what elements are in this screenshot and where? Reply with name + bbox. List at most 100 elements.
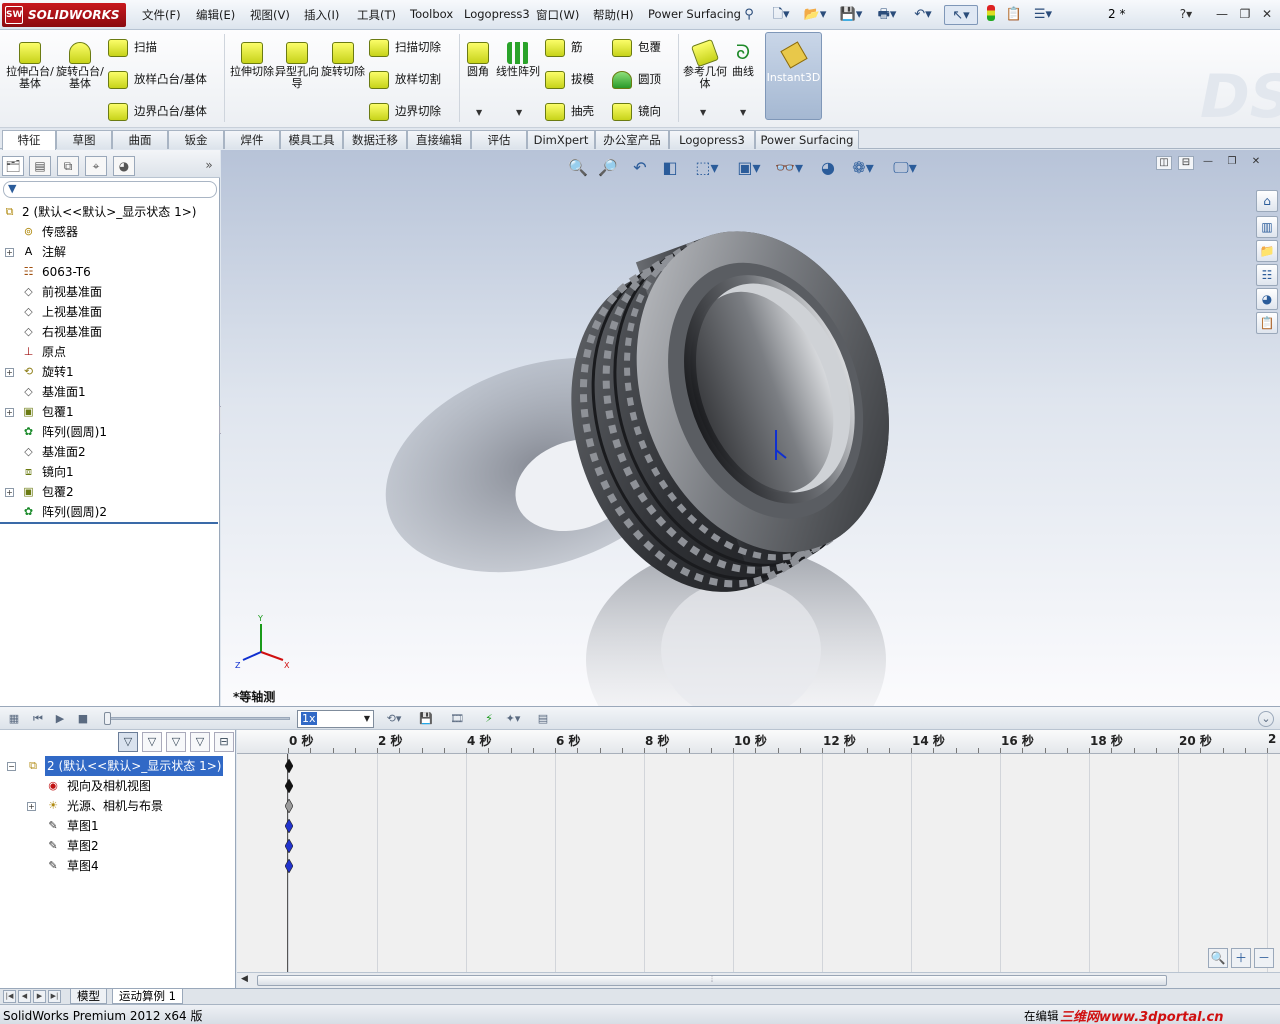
boundary-boss-button[interactable]: 边界凸台/基体 bbox=[108, 100, 207, 122]
playback-slider[interactable] bbox=[104, 712, 290, 725]
filter-tree-icon[interactable]: ⊟ bbox=[214, 732, 234, 752]
options-icon[interactable]: ☰▾ bbox=[1028, 5, 1058, 25]
timeline-keyframe[interactable] bbox=[285, 819, 293, 833]
menu-view[interactable]: 视图(V) bbox=[250, 7, 290, 23]
autokey-icon[interactable]: ⚡ bbox=[481, 711, 497, 727]
playback-speed-select[interactable]: 1x ▼ bbox=[297, 710, 374, 728]
next-tab-icon[interactable]: ▶ bbox=[33, 990, 46, 1003]
wrap-button[interactable]: 包覆 bbox=[612, 36, 661, 58]
restore-icon[interactable]: ❐ bbox=[1236, 6, 1254, 22]
mirror-button[interactable]: 镜向 bbox=[612, 100, 661, 122]
sweep-cut-button[interactable]: 扫描切除 bbox=[369, 36, 441, 58]
shell-button[interactable]: 抽壳 bbox=[545, 100, 594, 122]
dimxpert-manager-tab-icon[interactable]: ⌖ bbox=[85, 156, 107, 176]
filter-driving-icon[interactable]: ▽ bbox=[142, 732, 162, 752]
rib-button[interactable]: 筋 bbox=[545, 36, 583, 58]
instant3d-button[interactable]: Instant3D bbox=[765, 32, 822, 120]
stop-icon[interactable]: ■ bbox=[75, 711, 91, 727]
reference-geometry-button[interactable]: 参考几何体 bbox=[680, 38, 730, 90]
hole-wizard-button[interactable]: 异型孔向导 bbox=[272, 38, 322, 90]
expand-icon[interactable]: + bbox=[5, 248, 14, 257]
tab-motion-study-1[interactable]: 运动算例 1 bbox=[112, 989, 183, 1004]
file-properties-icon[interactable]: 📋 bbox=[1004, 5, 1024, 25]
rebuild-icon[interactable] bbox=[984, 5, 998, 25]
menu-help[interactable]: 帮助(H) bbox=[593, 7, 634, 23]
linear-pattern-button[interactable]: 线性阵列 bbox=[495, 38, 541, 78]
menu-window[interactable]: 窗口(W) bbox=[536, 7, 579, 23]
loft-boss-button[interactable]: 放样凸台/基体 bbox=[108, 68, 207, 90]
timeline-scrollbar[interactable]: ◀ ⦙ bbox=[237, 972, 1280, 988]
fillet-dropdown-icon[interactable]: ▼ bbox=[476, 108, 482, 117]
extrude-cut-button[interactable]: 拉伸切除 bbox=[227, 38, 277, 78]
motion-timeline[interactable]: 0 秒 2 秒 4 秒 6 秒 8 秒 10 秒 12 秒 14 秒 16 秒 18 秒 20 秒 2 bbox=[237, 730, 1280, 972]
extrude-boss-button[interactable]: 拉伸凸台/基体 bbox=[5, 38, 55, 90]
minimize-icon[interactable]: — bbox=[1213, 6, 1231, 22]
expand-icon[interactable]: + bbox=[5, 368, 14, 377]
collapse-motion-manager-icon[interactable]: ⌄ bbox=[1258, 711, 1274, 727]
animation-wizard-icon[interactable]: 🎞 bbox=[449, 711, 465, 727]
tab-surfaces[interactable]: 曲面 bbox=[112, 130, 168, 149]
curves-button[interactable]: ᘐ 曲线 bbox=[725, 38, 761, 78]
menu-edit[interactable]: 编辑(E) bbox=[196, 7, 235, 23]
tab-evaluate[interactable]: 评估 bbox=[471, 130, 527, 149]
zoom-to-fit-timeline-icon[interactable]: 🔍 bbox=[1208, 948, 1228, 968]
tab-weldments[interactable]: 焊件 bbox=[224, 130, 280, 149]
tab-office-products[interactable]: 办公室产品 bbox=[595, 130, 669, 149]
revolve-boss-button[interactable]: 旋转凸台/基体 bbox=[55, 38, 105, 90]
filter-animated-icon[interactable]: ▽ bbox=[118, 732, 138, 752]
curves-dropdown-icon[interactable]: ▼ bbox=[740, 108, 746, 117]
loft-cut-button[interactable]: 放样切割 bbox=[369, 68, 441, 90]
display-manager-tab-icon[interactable]: ◕ bbox=[113, 156, 135, 176]
feature-tree-filter[interactable]: ▼ bbox=[3, 181, 217, 198]
select-icon[interactable]: ↖▾ bbox=[944, 5, 978, 25]
sweep-button[interactable]: 扫描 bbox=[108, 36, 157, 58]
zoom-out-timeline-icon[interactable]: － bbox=[1254, 948, 1274, 968]
tab-mold-tools[interactable]: 模具工具 bbox=[280, 130, 343, 149]
menu-logopress3[interactable]: Logopress3 bbox=[464, 7, 530, 21]
pin-icon[interactable]: ⚲ bbox=[740, 5, 758, 25]
slider-knob[interactable] bbox=[104, 712, 111, 725]
menu-insert[interactable]: 插入(I) bbox=[304, 7, 339, 23]
print-icon[interactable]: 🖶▾ bbox=[872, 5, 902, 25]
menu-toolbox[interactable]: Toolbox bbox=[410, 7, 453, 21]
tab-dimxpert[interactable]: DimXpert bbox=[527, 130, 595, 149]
view-palette-icon[interactable]: ☷ bbox=[1256, 264, 1278, 286]
tab-features[interactable]: 特征 bbox=[2, 130, 56, 150]
filter-selected-icon[interactable]: ▽ bbox=[166, 732, 186, 752]
solidworks-logo[interactable]: SW SOLIDWORKS bbox=[2, 3, 126, 27]
custom-properties-icon[interactable]: 📋 bbox=[1256, 312, 1278, 334]
playback-mode-icon[interactable]: ⟲▾ bbox=[380, 711, 408, 727]
expand-icon[interactable]: + bbox=[5, 408, 14, 417]
tab-direct-editing[interactable]: 直接编辑 bbox=[407, 130, 471, 149]
motion-results-icon[interactable]: ▤ bbox=[535, 711, 551, 727]
revolve-cut-button[interactable]: 旋转切除 bbox=[318, 38, 368, 78]
graphics-area[interactable]: 🔍 🔎 ↶ ◧ ⬚▾ ▣▾ 👓▾ ◕ ❁▾ 🖵▾ ◫ ⊟ — ❐ ✕ Y X Z… bbox=[221, 150, 1280, 706]
save-icon[interactable]: 💾▾ bbox=[836, 5, 866, 25]
draft-button[interactable]: 拔模 bbox=[545, 68, 594, 90]
property-manager-tab-icon[interactable]: ▤ bbox=[29, 156, 51, 176]
help-icon[interactable]: ?▾ bbox=[1175, 6, 1197, 22]
configuration-manager-tab-icon[interactable]: ⧉ bbox=[57, 156, 79, 176]
dome-button[interactable]: 圆顶 bbox=[612, 68, 661, 90]
timeline-keyframe[interactable] bbox=[285, 859, 293, 873]
tab-power-surfacing[interactable]: Power Surfacing bbox=[755, 130, 859, 149]
pattern-dropdown-icon[interactable]: ▼ bbox=[516, 108, 522, 117]
timeline-keyframe[interactable] bbox=[285, 779, 293, 793]
menu-power-surfacing[interactable]: Power Surfacing bbox=[648, 7, 741, 21]
open-document-icon[interactable]: 📂▾ bbox=[800, 5, 830, 25]
menu-tools[interactable]: 工具(T) bbox=[357, 7, 396, 23]
first-tab-icon[interactable]: |◀ bbox=[3, 990, 16, 1003]
calculate-icon[interactable]: ▦ bbox=[6, 711, 22, 727]
tab-sheet-metal[interactable]: 钣金 bbox=[168, 130, 224, 149]
timeline-keyframe[interactable] bbox=[285, 839, 293, 853]
filter-results-icon[interactable]: ▽ bbox=[190, 732, 210, 752]
zoom-in-timeline-icon[interactable]: ＋ bbox=[1231, 948, 1251, 968]
boundary-cut-button[interactable]: 边界切除 bbox=[369, 100, 441, 122]
play-icon[interactable]: ▶ bbox=[52, 711, 68, 727]
play-from-start-icon[interactable]: ⏮ bbox=[30, 711, 46, 727]
close-icon[interactable]: ✕ bbox=[1258, 6, 1276, 22]
tab-logopress3[interactable]: Logopress3 bbox=[669, 130, 755, 149]
prev-tab-icon[interactable]: ◀ bbox=[18, 990, 31, 1003]
expand-icon[interactable]: + bbox=[27, 802, 36, 811]
undo-icon[interactable]: ↶▾ bbox=[908, 5, 938, 25]
